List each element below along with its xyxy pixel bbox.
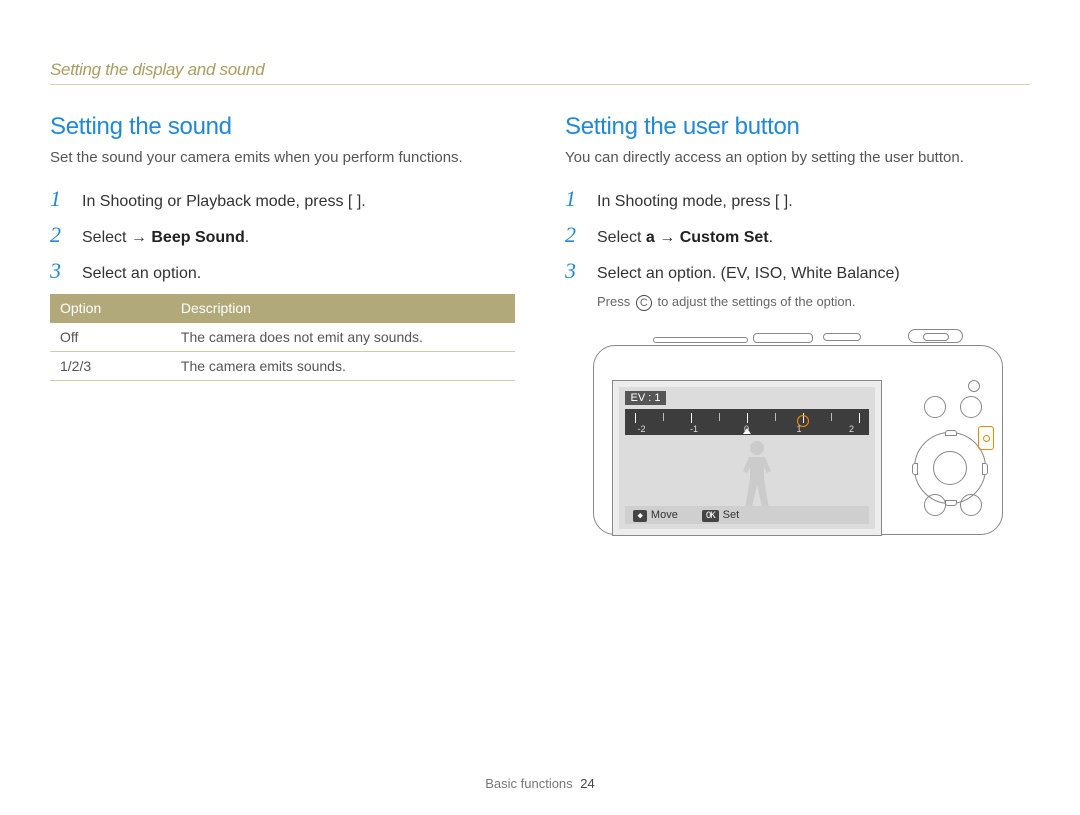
step-fragment: .: [769, 229, 773, 246]
camera-screen: EV : 1: [612, 380, 882, 536]
hint-set-label: Set: [723, 509, 740, 521]
intro-sound: Set the sound your camera emits when you…: [50, 149, 515, 166]
hint-bar: ◆ Move OK Set: [625, 506, 869, 524]
step-text: In Shooting or Playback mode, press [ ].: [82, 193, 515, 211]
ev-tick-label: 0: [740, 424, 754, 434]
ev-label: EV : 1: [625, 391, 667, 405]
camera-top-detail: [653, 337, 748, 343]
cell-option: Off: [50, 323, 171, 352]
camera-button-icon: [960, 396, 982, 418]
step-number: 1: [565, 186, 583, 212]
heading-user-button: Setting the user button: [565, 113, 1030, 141]
step-number: 2: [565, 222, 583, 248]
camera-button-icon: [960, 494, 982, 516]
camera-button-icon: [924, 494, 946, 516]
step-fragment: Select: [82, 229, 131, 246]
sub-fragment: to adjust the settings of the option.: [654, 294, 856, 309]
ev-tick-label: 2: [845, 424, 859, 434]
step-number: 3: [565, 258, 583, 284]
ev-scale: -2 -1 0 1 2: [625, 409, 869, 435]
step-target: Custom Set: [680, 229, 769, 246]
camera-illustration: EV : 1: [593, 327, 1003, 537]
step-fragment: .: [245, 229, 249, 246]
ev-tick-label: 1: [792, 424, 806, 434]
camera-body: EV : 1: [593, 345, 1003, 535]
c-button-highlight-icon: [978, 426, 994, 450]
step-text: Select a → Custom Set.: [597, 229, 1030, 247]
camera-dpad-icon: [914, 432, 986, 504]
c-button-icon: C: [636, 295, 652, 311]
section-sound: Setting the sound Set the sound your cam…: [50, 113, 515, 537]
page-footer: Basic functions 24: [0, 776, 1080, 791]
footer-page-number: 24: [580, 776, 594, 791]
options-table: Option Description Off The camera does n…: [50, 294, 515, 381]
camera-top-detail: [753, 333, 813, 343]
step-text: Select an option. (EV, ISO, White Balanc…: [597, 265, 1030, 283]
step-text: Select → Beep Sound.: [82, 229, 515, 247]
cell-option: 1/2/3: [50, 352, 171, 381]
step-target: Beep Sound: [151, 229, 244, 246]
breadcrumb: Setting the display and sound: [50, 60, 1030, 85]
ev-tick-label: -1: [687, 424, 701, 434]
step-target: a: [646, 229, 655, 246]
arrow-icon: →: [131, 229, 147, 246]
step-number: 1: [50, 186, 68, 212]
ev-tick-label: -2: [635, 424, 649, 434]
camera-button-icon: [924, 396, 946, 418]
step-number: 2: [50, 222, 68, 248]
step-text: Select an option.: [82, 265, 515, 283]
sub-note: Press C to adjust the settings of the op…: [597, 294, 1030, 311]
section-user-button: Setting the user button You can directly…: [565, 113, 1030, 537]
arrow-icon: →: [655, 229, 680, 246]
table-header-description: Description: [171, 294, 515, 323]
intro-user-button: You can directly access an option by set…: [565, 149, 1030, 166]
heading-sound: Setting the sound: [50, 113, 515, 141]
cell-description: The camera emits sounds.: [171, 352, 515, 381]
table-row: Off The camera does not emit any sounds.: [50, 323, 515, 352]
step-fragment: Select: [597, 229, 646, 246]
sub-fragment: Press: [597, 294, 634, 309]
step-number: 3: [50, 258, 68, 284]
hint-move-label: Move: [651, 509, 678, 521]
step-text: In Shooting mode, press [ ].: [597, 193, 1030, 211]
cell-description: The camera does not emit any sounds.: [171, 323, 515, 352]
dpad-chip-icon: ◆: [633, 510, 647, 522]
footer-section: Basic functions: [485, 776, 572, 791]
camera-led-icon: [968, 380, 980, 392]
ok-chip-icon: OK: [702, 510, 719, 522]
table-row: 1/2/3 The camera emits sounds.: [50, 352, 515, 381]
camera-shutter-icon: [908, 329, 963, 343]
camera-top-detail: [823, 333, 861, 341]
table-header-option: Option: [50, 294, 171, 323]
